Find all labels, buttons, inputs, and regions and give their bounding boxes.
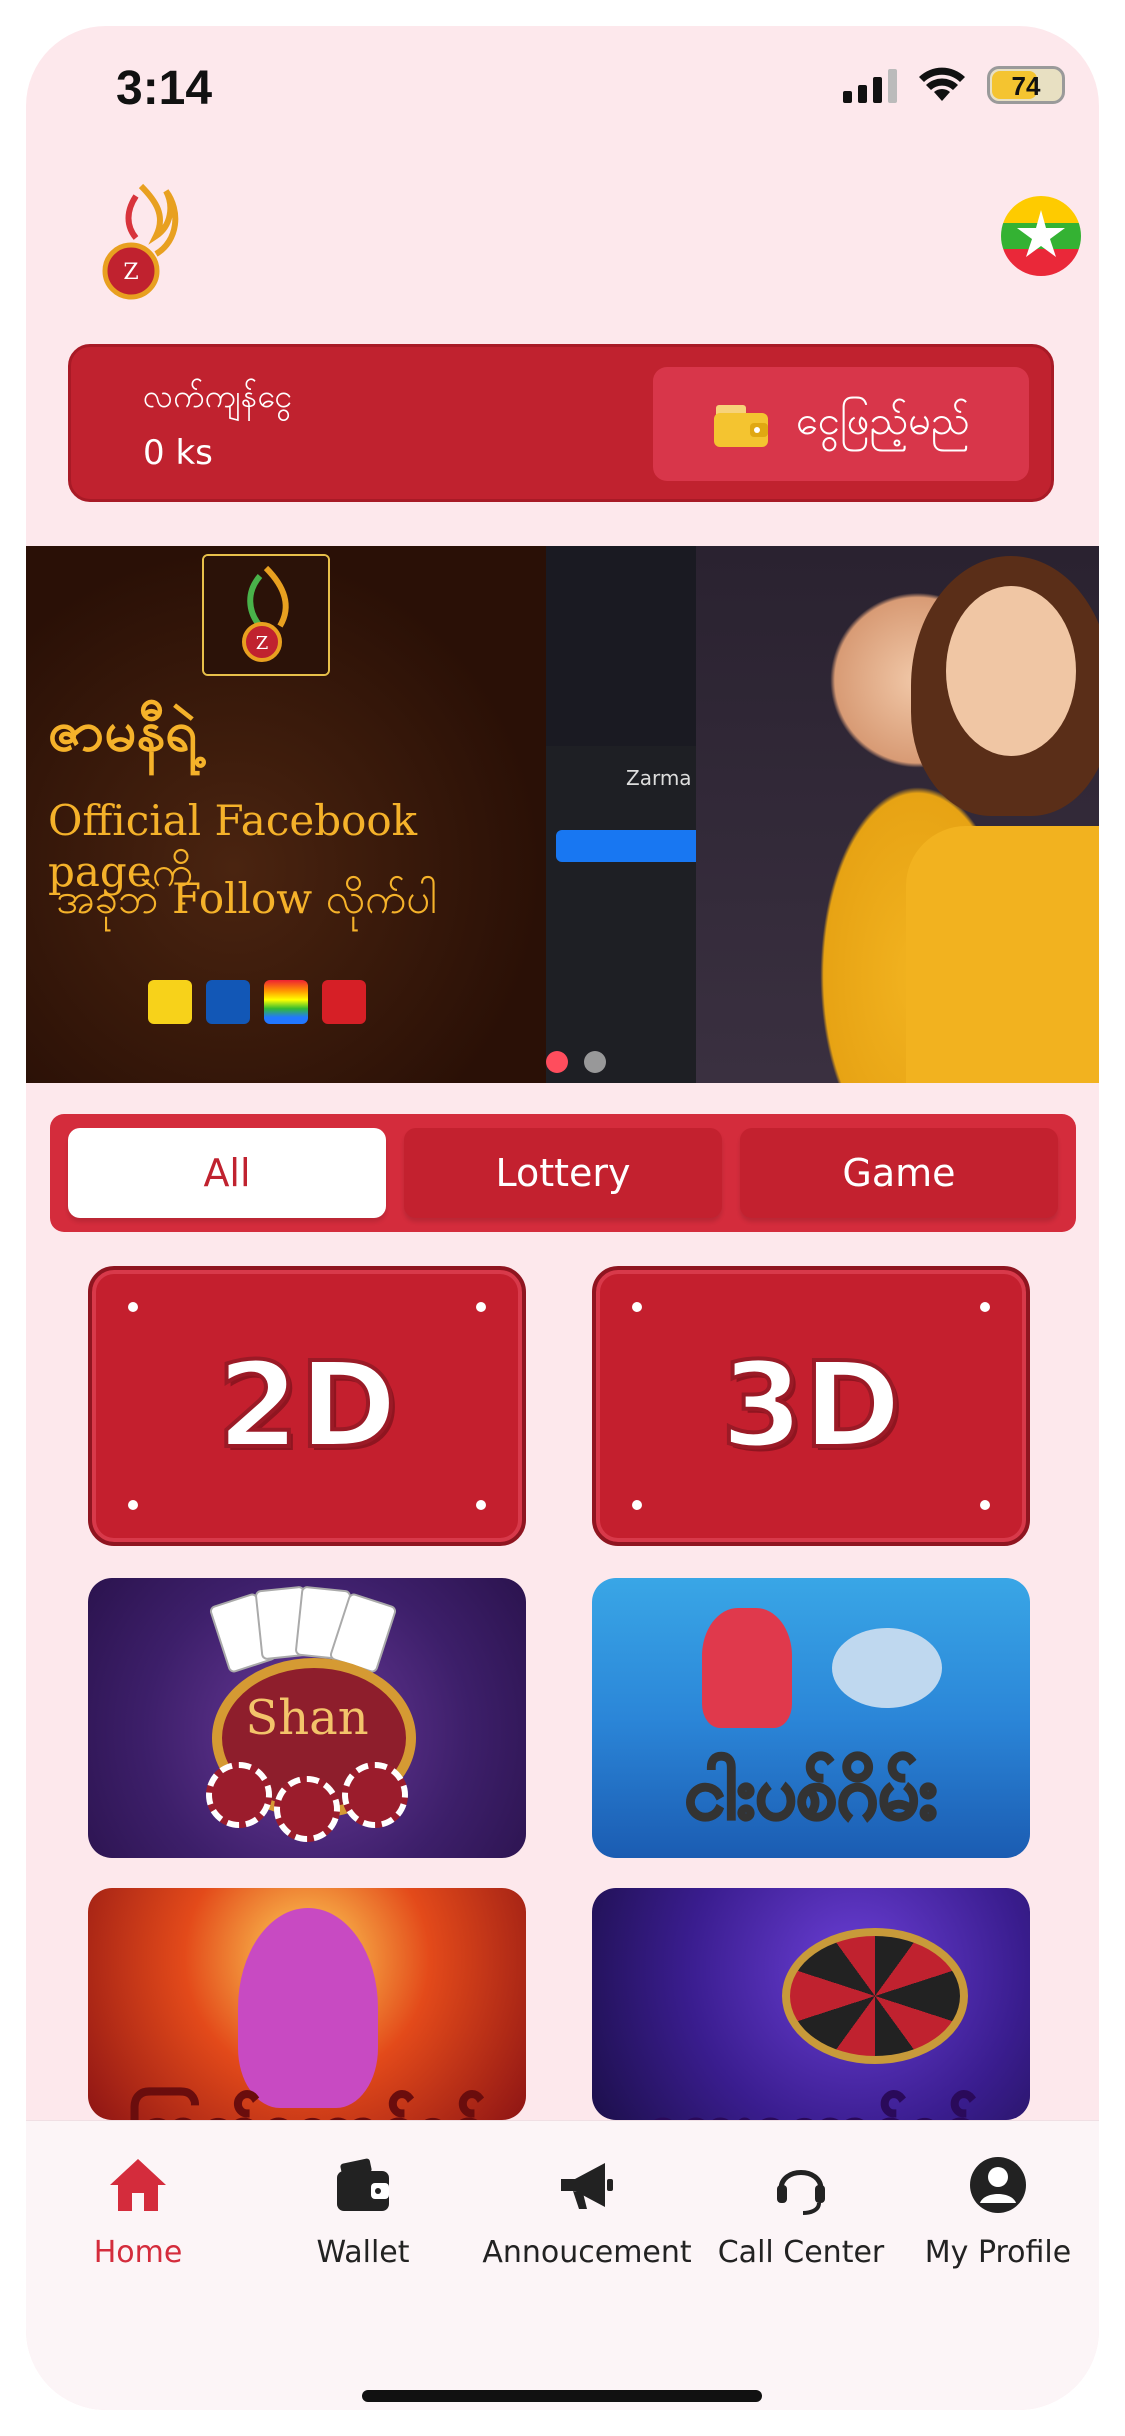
roulette-game-label: လေးကောင်ရင် [592,2088,1030,2121]
promo-model-image [696,546,1099,1083]
nav-my-profile-label: My Profile [924,2235,1072,2270]
home-icon [110,2159,166,2211]
carousel-dot-1[interactable] [546,1051,568,1073]
balance-label: လက်ကျန်ငွေ [143,377,293,415]
battery-icon: 74 [987,66,1065,104]
tab-lottery[interactable]: Lottery [404,1128,722,1218]
banner-line-3: အခုဘဲ Follow လိုက်ပါ [56,874,438,923]
tab-game[interactable]: Game [740,1128,1058,1218]
fb-page-name: Zarma [626,766,692,790]
banner-right-panel: Zarma [546,546,1099,1083]
wallet-icon [714,405,769,447]
battery-level: 74 [1011,71,1041,101]
svg-text:Z: Z [123,260,138,285]
tab-all[interactable]: All [68,1128,386,1218]
game-tile-shan[interactable]: Shan [88,1578,526,1858]
deposit-label: ငွေဖြည့်မည် [796,397,970,444]
balance-card: လက်ကျန်ငွေ 0 ks ငွေဖြည့်မည် [68,344,1054,502]
category-tabs: All Lottery Game [50,1114,1076,1232]
tile-2d-label: 2D [215,1334,399,1476]
app-logo: Z [102,183,179,300]
nav-home-label: Home [93,2235,183,2270]
payment-logos [148,980,366,1024]
wifi-icon [919,67,965,101]
headset-icon [777,2170,825,2215]
fish-game-label: ငါးပစ်ဂိမ်း [683,1750,939,1837]
game-tile-fish[interactable]: ငါးပစ်ဂိမ်း [592,1578,1030,1858]
status-time: 3:14 [116,62,213,115]
banner-heading: ဇာမနီရဲ့ [48,699,198,764]
bottom-navigation: Home Wallet Annoucement Call Center My P… [26,2120,1099,2410]
game-tile-3d[interactable]: 3D [592,1266,1030,1546]
game-tile-roulette[interactable]: လေးကောင်ရင် [592,1888,1030,2120]
megaphone-icon [561,2163,613,2209]
kbzpay-icon [206,980,250,1024]
svg-text:Z: Z [256,633,269,654]
nav-call-center[interactable]: Call Center [686,2153,916,2270]
lady-game-label: ကြက်ကောင်ရင် [88,2088,526,2121]
nav-wallet[interactable]: Wallet [263,2153,463,2270]
ayapay-icon [322,980,366,1024]
wallet-icon [337,2158,389,2211]
balance-amount: 0 ks [143,433,213,473]
nav-home[interactable]: Home [38,2153,238,2270]
nav-my-profile[interactable]: My Profile [898,2153,1098,2270]
myanmar-flag-icon[interactable] [1001,196,1081,276]
shan-label: Shan [245,1690,369,1746]
carousel-dot-2[interactable] [584,1051,606,1073]
cellular-signal-icon [843,67,897,103]
status-icons: 74 [843,66,1065,104]
tile-3d-label: 3D [719,1334,903,1476]
nav-wallet-label: Wallet [316,2235,410,2270]
nav-announcement[interactable]: Annoucement [462,2153,712,2270]
promo-banner-carousel[interactable]: Z ဇာမနီရဲ့ Official Facebook pageကို အခု… [26,546,1099,1083]
home-indicator[interactable] [362,2390,762,2402]
app-screen: 3:14 74 Z လက်ကျန်ငွေ 0 ks ငွေဖြည့်မည် Z … [26,26,1099,2410]
carousel-indicators [546,1051,606,1073]
nav-announcement-label: Annoucement [482,2235,692,2270]
game-tile-lady[interactable]: ကြက်ကောင်ရင် [88,1888,526,2120]
nav-call-center-label: Call Center [717,2235,885,2270]
profile-icon [970,2157,1026,2213]
deposit-button[interactable]: ငွေဖြည့်မည် [653,367,1029,481]
wave-icon [148,980,192,1024]
banner-left-panel: Z ဇာမနီရဲ့ Official Facebook pageကို အခု… [26,546,546,1083]
game-tile-2d[interactable]: 2D [88,1266,526,1546]
rainbow-icon [264,980,308,1024]
banner-logo: Z [202,554,330,676]
